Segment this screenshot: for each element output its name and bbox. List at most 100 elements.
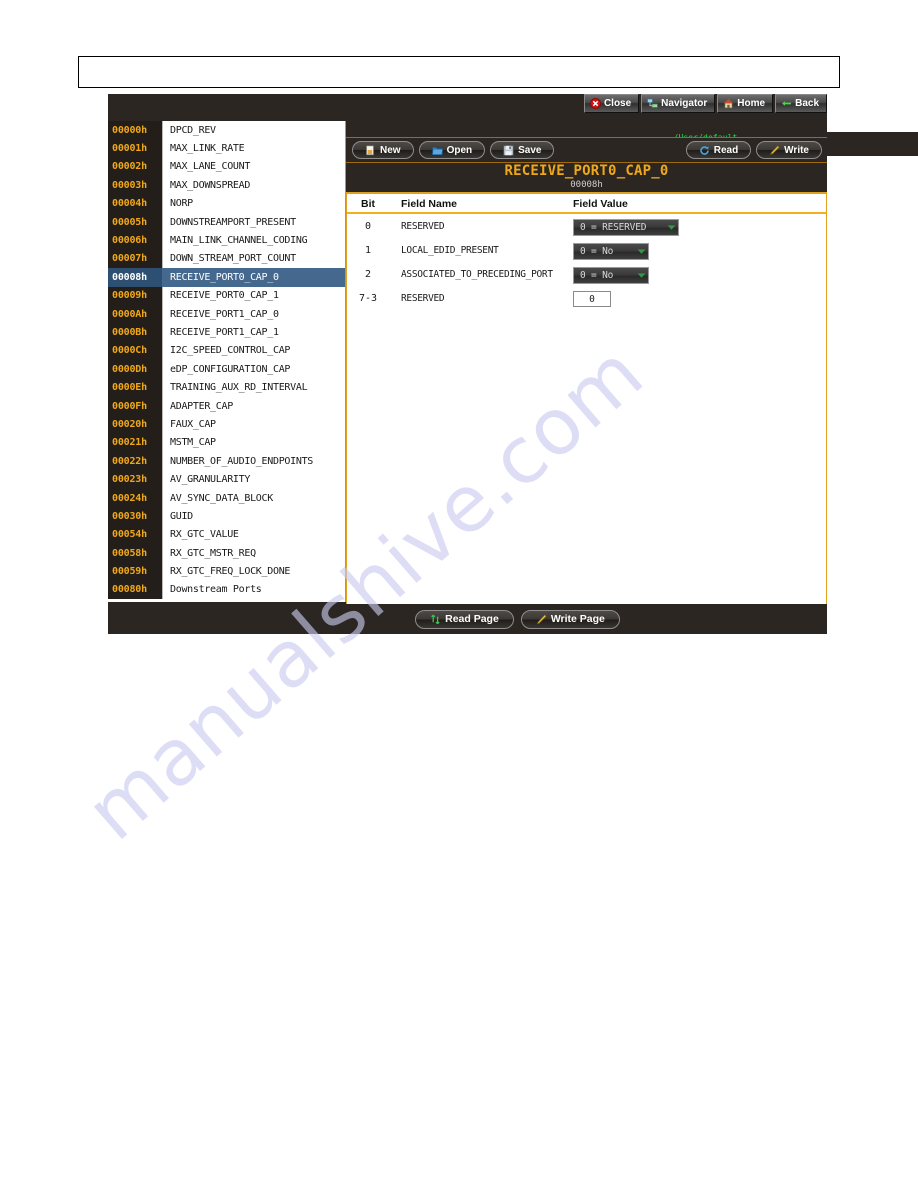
register-list-item[interactable]: 00002h MAX_LANE_COUNT: [108, 157, 345, 177]
field-value-dropdown[interactable]: 0 = RESERVED: [573, 218, 679, 236]
register-address-cell: 00024h: [108, 488, 162, 508]
read-page-button[interactable]: Read Page: [415, 609, 514, 629]
register-list-item[interactable]: 00080h Downstream Ports: [108, 580, 345, 600]
register-address-cell: 00008h: [108, 268, 162, 287]
write-page-icon: [536, 613, 547, 625]
back-button[interactable]: Back: [775, 94, 827, 113]
save-button-label: Save: [518, 144, 542, 156]
read-button[interactable]: Read: [685, 141, 752, 159]
read-button-label: Read: [713, 144, 739, 156]
register-address: 00008h: [570, 180, 603, 190]
register-address-cell: 00006h: [108, 231, 162, 250]
field-row: 1 LOCAL_EDID_PRESENT 0 = No: [347, 238, 826, 262]
field-value-cell: 0 = No: [569, 265, 826, 284]
register-list-item[interactable]: 00000h DPCD_REV: [108, 121, 345, 140]
register-address-cell: 00004h: [108, 194, 162, 213]
register-detail-pane: /User/default DisplayPort Video Generato…: [346, 113, 918, 634]
register-address-cell: 00059h: [108, 562, 162, 581]
register-list-item[interactable]: 0000Eh TRAINING_AUX_RD_INTERVAL: [108, 378, 345, 397]
register-list-item[interactable]: 0000Dh eDP_CONFIGURATION_CAP: [108, 360, 345, 379]
register-list-item[interactable]: 00020h FAUX_CAP: [108, 415, 345, 434]
field-value-dropdown[interactable]: 0 = No: [573, 266, 649, 284]
register-address-cell: 0000Ah: [108, 304, 162, 324]
register-list-item[interactable]: 00030h GUID: [108, 507, 345, 526]
close-button[interactable]: Close: [583, 94, 640, 113]
register-list-item[interactable]: 00021h MSTM_CAP: [108, 433, 345, 453]
register-list-item[interactable]: 00001h MAX_LINK_RATE: [108, 139, 345, 158]
register-list-item[interactable]: 00058h RX_GTC_MSTR_REQ: [108, 543, 345, 563]
open-button-label: Open: [446, 144, 473, 156]
register-list-item[interactable]: 00004h NORP: [108, 194, 345, 213]
window-titlebar: Close Navigator Home Back: [108, 94, 827, 113]
write-page-button[interactable]: Write Page: [520, 609, 620, 629]
register-list[interactable]: 00000h DPCD_REV 00001h MAX_LINK_RATE 00002h M…: [108, 121, 346, 602]
register-name-cell: I2C_SPEED_CONTROL_CAP: [162, 341, 345, 361]
register-address-cell: 00021h: [108, 433, 162, 453]
register-name-cell: NORP: [162, 194, 345, 213]
file-toolbar-right-group: Read Write: [685, 141, 827, 159]
open-button[interactable]: Open: [418, 141, 486, 159]
chevron-down-icon: [629, 248, 646, 255]
register-list-item[interactable]: 00007h DOWN_STREAM_PORT_COUNT: [108, 249, 345, 269]
field-value-text: 0 = No: [580, 245, 614, 257]
write-button[interactable]: Write: [756, 141, 822, 159]
register-name-cell: GUID: [162, 507, 345, 526]
write-page-button-label: Write Page: [550, 613, 605, 625]
column-header-field-value: Field Value: [573, 198, 628, 210]
new-button[interactable]: New: [352, 141, 414, 159]
register-list-item[interactable]: 00009h RECEIVE_PORT0_CAP_1: [108, 286, 345, 305]
new-button-label: New: [380, 144, 401, 156]
register-list-item[interactable]: 00023h AV_GRANULARITY: [108, 470, 345, 489]
register-list-item[interactable]: 0000Ah RECEIVE_PORT1_CAP_0: [108, 304, 345, 324]
field-value-input[interactable]: 0: [573, 291, 611, 308]
save-button[interactable]: Save: [490, 141, 555, 159]
open-folder-icon: [431, 145, 443, 156]
register-name-cell: ADAPTER_CAP: [162, 396, 345, 416]
field-value-text: 0 = RESERVED: [580, 221, 647, 233]
navigator-icon: [647, 98, 659, 109]
new-file-icon: [365, 144, 376, 156]
register-list-item[interactable]: 00054h RX_GTC_VALUE: [108, 525, 345, 544]
back-button-label: Back: [795, 98, 819, 109]
bottom-action-group: Read Page Write Page: [415, 609, 620, 629]
home-button[interactable]: Home: [717, 94, 774, 113]
home-icon: [723, 98, 734, 109]
field-table-header: Bit Field Name Field Value: [347, 194, 826, 214]
field-name: LOCAL_EDID_PRESENT: [401, 244, 499, 256]
home-button-label: Home: [737, 98, 766, 109]
register-list-item[interactable]: 00005h DOWNSTREAMPORT_PRESENT: [108, 212, 345, 232]
register-name-cell: DOWN_STREAM_PORT_COUNT: [162, 249, 345, 269]
register-list-pane: 00000h DPCD_REV 00001h MAX_LINK_RATE 00002h M…: [108, 113, 346, 634]
field-value-dropdown[interactable]: 0 = No: [573, 242, 649, 260]
close-circle-icon: [589, 98, 601, 109]
register-name-cell: MAX_LANE_COUNT: [162, 157, 345, 177]
register-address-cell: 0000Fh: [108, 396, 162, 416]
register-title: RECEIVE_PORT0_CAP_0: [504, 163, 669, 179]
register-list-item[interactable]: 00022h NUMBER_OF_AUDIO_ENDPOINTS: [108, 452, 345, 471]
file-toolbar: New Open Save Read Write: [346, 137, 827, 163]
register-address-cell: 0000Bh: [108, 323, 162, 342]
register-address-cell: 00080h: [108, 580, 162, 600]
register-list-item[interactable]: 00003h MAX_DOWNSPREAD: [108, 176, 345, 195]
field-name: ASSOCIATED_TO_PRECEDING_PORT: [401, 268, 553, 280]
register-name-cell: Downstream Ports: [162, 580, 345, 600]
register-list-item[interactable]: 0000Bh RECEIVE_PORT1_CAP_1: [108, 323, 345, 342]
register-list-item[interactable]: 0000Fh ADAPTER_CAP: [108, 396, 345, 416]
field-bit: 1: [364, 244, 372, 256]
register-list-item[interactable]: 0000Ch I2C_SPEED_CONTROL_CAP: [108, 341, 345, 361]
register-list-item[interactable]: 00008h RECEIVE_PORT0_CAP_0: [108, 268, 345, 287]
refresh-read-icon: [699, 145, 710, 156]
read-page-icon: [430, 614, 441, 625]
register-name-cell: MSTM_CAP: [162, 433, 345, 453]
field-bit: 0: [364, 220, 372, 232]
file-toolbar-left-group: New Open Save: [346, 141, 555, 159]
navigator-button[interactable]: Navigator: [641, 94, 716, 113]
register-address-cell: 00023h: [108, 470, 162, 489]
register-name-cell: TRAINING_AUX_RD_INTERVAL: [162, 378, 345, 397]
register-list-item[interactable]: 00006h MAIN_LINK_CHANNEL_CODING: [108, 231, 345, 250]
register-address-cell: 00030h: [108, 507, 162, 526]
register-list-item[interactable]: 00059h RX_GTC_FREQ_LOCK_DONE: [108, 562, 345, 581]
register-name-cell: eDP_CONFIGURATION_CAP: [162, 360, 345, 379]
field-value-text: 0 = No: [580, 269, 614, 281]
register-list-item[interactable]: 00024h AV_SYNC_DATA_BLOCK: [108, 488, 345, 508]
